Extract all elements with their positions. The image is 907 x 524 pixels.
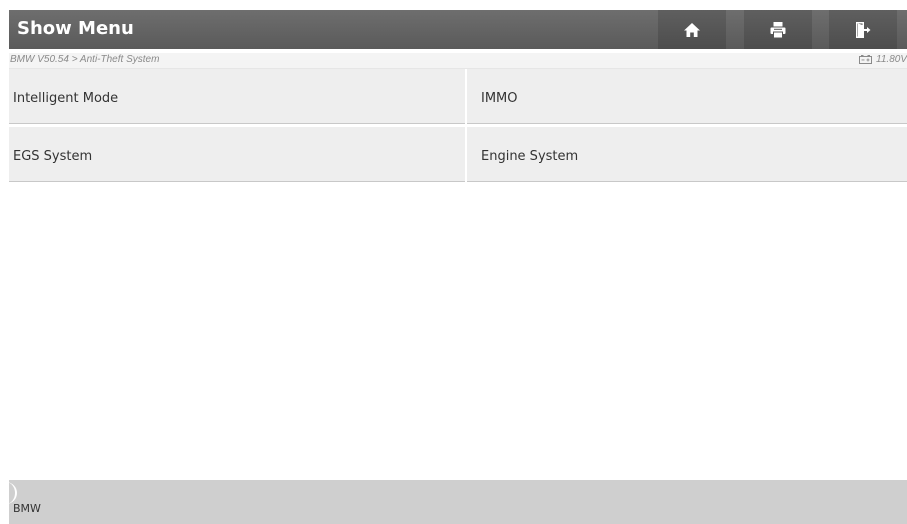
- app-screen: Show Menu BMW V50.54 > Anti-Theft System…: [9, 10, 907, 524]
- breadcrumb: BMW V50.54 > Anti-Theft System: [10, 54, 160, 65]
- menu-item-label: IMMO: [481, 91, 518, 106]
- battery-status: 11.80V: [859, 54, 907, 65]
- footer-notch: [9, 482, 17, 504]
- breadcrumb-bar: BMW V50.54 > Anti-Theft System 11.80V: [9, 53, 907, 69]
- exit-icon: [856, 21, 871, 38]
- page-title: Show Menu: [17, 18, 134, 39]
- menu-item-egs-system[interactable]: EGS System: [9, 127, 465, 182]
- menu-item-label: Intelligent Mode: [13, 91, 119, 106]
- menu-item-label: EGS System: [13, 149, 93, 164]
- home-button[interactable]: [658, 10, 726, 49]
- battery-voltage: 11.80V: [876, 54, 907, 65]
- print-button[interactable]: [744, 10, 812, 49]
- printer-icon: [770, 21, 786, 38]
- home-icon: [684, 22, 700, 37]
- title-bar: Show Menu: [9, 10, 907, 49]
- menu-item-immo[interactable]: IMMO: [467, 69, 907, 124]
- menu-item-engine-system[interactable]: Engine System: [467, 127, 907, 182]
- menu-item-intelligent-mode[interactable]: Intelligent Mode: [9, 69, 465, 124]
- battery-icon: [859, 55, 873, 64]
- menu-item-label: Engine System: [481, 149, 579, 164]
- exit-button[interactable]: [829, 10, 897, 49]
- footer-vehicle-label: BMW: [13, 502, 41, 515]
- column-divider: [465, 69, 467, 183]
- footer-bar: BMW: [9, 480, 907, 524]
